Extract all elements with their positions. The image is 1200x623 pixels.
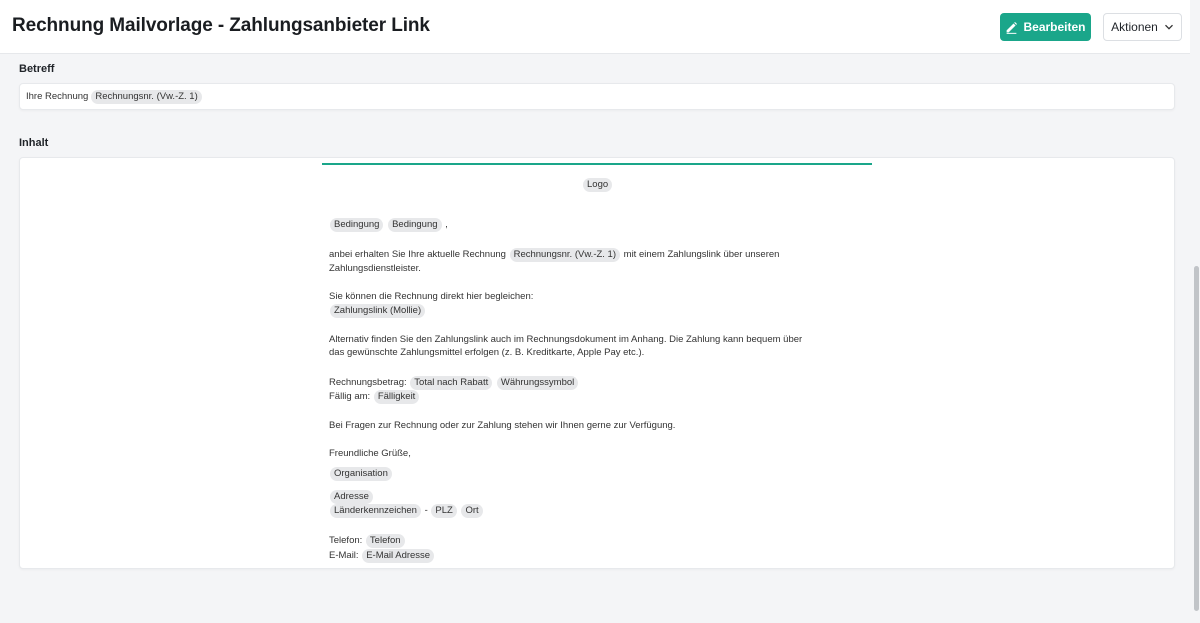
due-label: Fällig am: [329,391,371,402]
country-tag: Länderkennzeichen [330,504,421,518]
address-line: Adresse [329,490,374,504]
subject-prefix: Ihre Rechnung [26,91,89,102]
org-line: Organisation [329,467,393,481]
intro-line-2: Zahlungsdienstleister. [329,263,421,274]
organisation-tag: Organisation [330,467,392,481]
intro-prefix: anbei erhalten Sie Ihre aktuelle Rechnun… [329,249,506,260]
scrollbar-thumb[interactable] [1194,266,1199,611]
alt-line-2: das gewünschte Zahlungsmittel erfolgen (… [329,347,645,358]
pay-link-line: Zahlungslink (Mollie) [329,304,426,318]
zip-tag: PLZ [431,504,457,518]
phone-label: Telefon: [329,535,363,546]
page-header: Rechnung Mailvorlage - Zahlungsanbieter … [0,0,1190,54]
city-tag: Ort [461,504,483,518]
page-title: Rechnung Mailvorlage - Zahlungsanbieter … [12,15,430,36]
edit-button[interactable]: Bearbeiten [1000,13,1091,41]
amount-line: Rechnungsbetrag: Total nach Rabatt Währu… [329,376,579,390]
email-line: E-Mail: E-Mail Adresse [329,549,435,563]
intro-line: anbei erhalten Sie Ihre aktuelle Rechnun… [329,248,779,262]
content-label: Inhalt [19,137,49,149]
phone-line: Telefon: Telefon [329,534,406,548]
amount-tag: Total nach Rabatt [410,376,493,390]
pay-text: Sie können die Rechnung direkt hier begl… [329,291,534,302]
payment-link-tag: Zahlungslink (Mollie) [330,304,426,318]
subject-label: Betreff [19,63,55,75]
country-line: Länderkennzeichen - PLZ Ort [329,504,484,518]
chevron-down-icon [1164,24,1173,30]
pencil-icon [1007,21,1018,34]
greeting-tag-2: Bedingung [388,218,442,232]
mail-accent-line [322,163,872,165]
phone-tag: Telefon [365,534,405,548]
greeting-suffix: , [445,219,448,230]
logo-tag: Logo [583,178,613,192]
due-tag: Fälligkeit [373,390,420,404]
alt-line-1: Alternativ finden Sie den Zahlungslink a… [329,334,803,345]
closing-line: Freundliche Grüße, [329,448,411,459]
actions-dropdown-button[interactable]: Aktionen [1103,13,1182,41]
intro-invoice-tag: Rechnungsnr. (Vw.-Z. 1) [509,248,621,262]
address-tag: Adresse [330,490,373,504]
edit-button-label: Bearbeiten [1023,20,1086,34]
greeting-line: Bedingung Bedingung , [329,218,448,232]
email-label: E-Mail: [329,550,359,561]
currency-tag: Währungssymbol [496,376,579,390]
intro-suffix: mit einem Zahlungslink über unseren [623,249,780,260]
subject-placeholder-tag: Rechnungsnr. (Vw.-Z. 1) [91,89,202,104]
mail-logo-placeholder: Logo [583,174,613,192]
questions-line: Bei Fragen zur Rechnung oder zur Zahlung… [329,420,676,431]
country-dash: - [424,505,428,516]
actions-button-label: Aktionen [1111,20,1158,34]
subject-field: Ihre Rechnung Rechnungsnr. (Vw.-Z. 1) [19,83,1175,110]
content-preview [19,157,1175,569]
greeting-tag-1: Bedingung [330,218,384,232]
amount-label: Rechnungsbetrag: [329,377,407,388]
email-tag: E-Mail Adresse [362,549,435,563]
due-line: Fällig am: Fälligkeit [329,390,420,404]
